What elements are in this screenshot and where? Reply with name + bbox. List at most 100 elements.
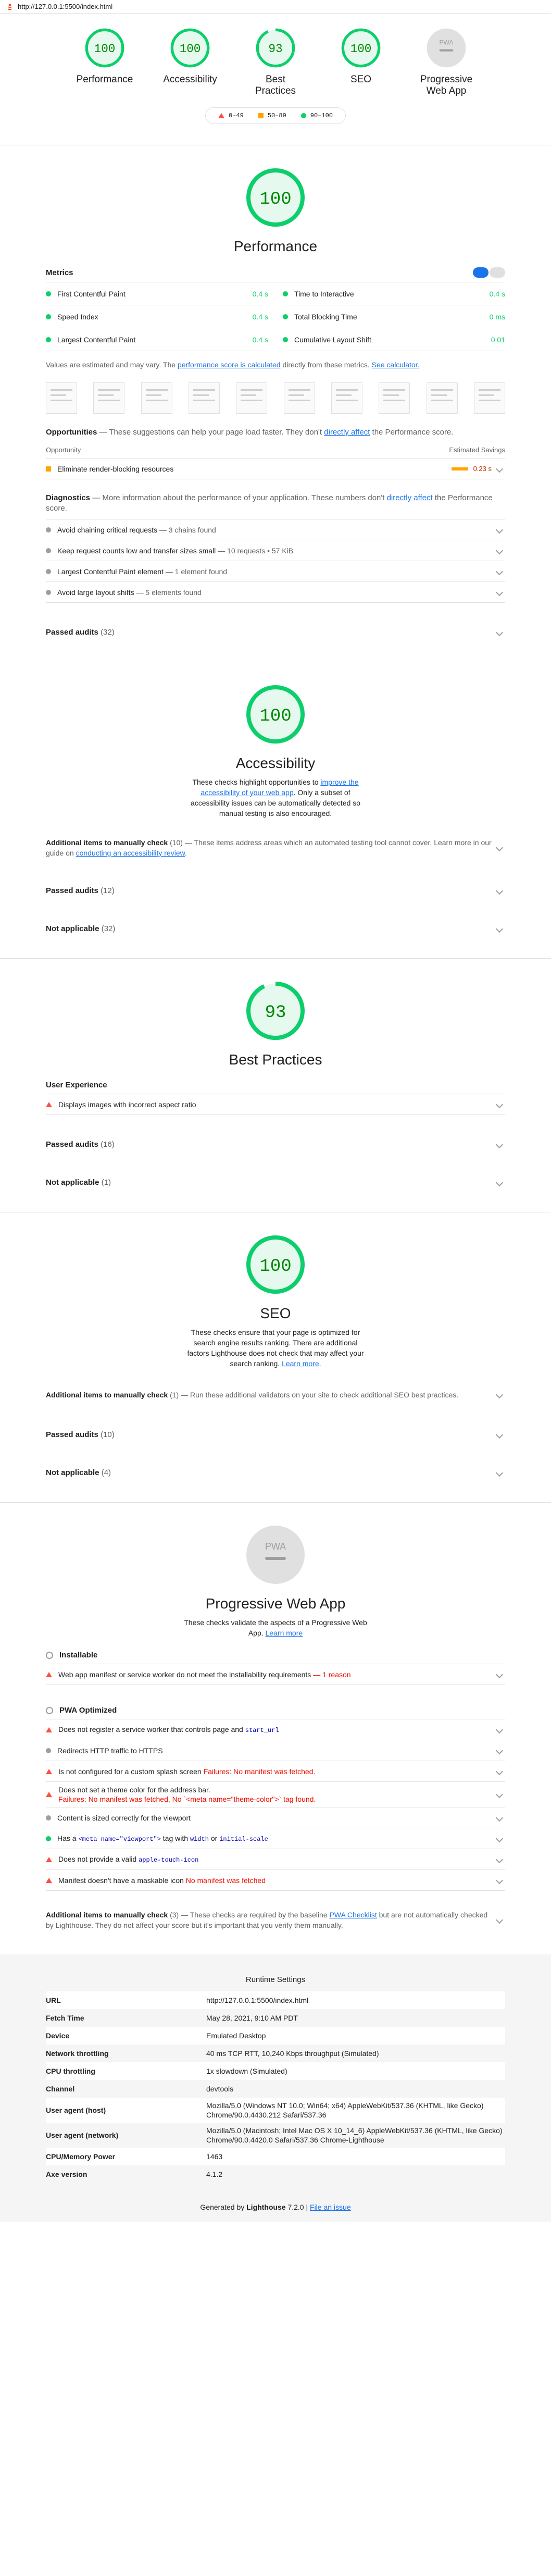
- pass-circle-icon: [283, 314, 288, 319]
- info-circle-icon: [46, 527, 51, 532]
- chevron-down-icon: [495, 925, 504, 933]
- pwa-learn-more-link[interactable]: Learn more: [266, 1629, 303, 1637]
- audit-critical-chains[interactable]: Avoid chaining critical requests — 3 cha…: [46, 519, 505, 540]
- filmstrip: [46, 382, 505, 414]
- pass-circle-icon: [46, 1836, 51, 1841]
- audit-redirects-https[interactable]: Redirects HTTP traffic to HTTPS: [46, 1740, 505, 1761]
- lighthouse-logo-icon: [8, 4, 11, 10]
- audit-layout-shifts[interactable]: Avoid large layout shifts — 5 elements f…: [46, 582, 505, 603]
- chevron-down-icon: [495, 1814, 504, 1822]
- metric-fcp: First Contentful Paint 0.4 s: [46, 282, 268, 305]
- average-square-icon: [46, 466, 51, 472]
- chevron-down-icon: [495, 887, 504, 895]
- runtime-row: Fetch Time May 28, 2021, 9:10 AM PDT: [46, 2014, 298, 2022]
- chevron-down-icon: [495, 1670, 504, 1678]
- pwa-section: PWA Progressive Web App These checks val…: [0, 1503, 551, 1954]
- runtime-table: URL http://127.0.0.1:5500/index.html Fetc…: [46, 1991, 505, 2183]
- filmstrip-frame: [473, 382, 505, 414]
- summary-label: Best Practices: [255, 74, 296, 96]
- pass-circle-icon: [46, 337, 51, 342]
- summary-pwa[interactable]: PWA Progressive Web App: [415, 27, 478, 97]
- audit-apple-touch-icon[interactable]: Does not provide a valid apple-touch-ico…: [46, 1849, 505, 1870]
- summary-best-practices[interactable]: 93 Best Practices: [244, 27, 307, 97]
- seo-section: 100 SEO These checks ensure that your pa…: [0, 1212, 551, 1502]
- summary-label: Progressive Web App: [420, 74, 473, 96]
- a11y-not-applicable[interactable]: Not applicable (32): [46, 920, 505, 937]
- seo-score: 100: [350, 42, 372, 56]
- fail-triangle-icon: [218, 113, 224, 118]
- a11y-manual-check[interactable]: Additional items to manually check (10) …: [46, 834, 505, 861]
- audit-render-blocking[interactable]: Eliminate render-blocking resources 0.23…: [46, 459, 505, 479]
- savings-col-header: Estimated Savings: [449, 446, 505, 454]
- score-summary: 100 Performance 100 Accessibility 93 Bes…: [0, 14, 551, 97]
- pass-circle-icon: [283, 337, 288, 342]
- chevron-down-icon: [495, 1790, 504, 1799]
- diag-directly-affect-link[interactable]: directly affect: [387, 493, 433, 502]
- see-calculator-link[interactable]: See calculator.: [372, 361, 420, 369]
- audit-request-counts[interactable]: Keep request counts low and transfer siz…: [46, 540, 505, 561]
- chevron-down-icon: [495, 1431, 504, 1439]
- opp-directly-affect-link[interactable]: directly affect: [324, 428, 370, 437]
- summary-performance[interactable]: 100 Performance: [73, 27, 136, 97]
- group-installable: Installable: [46, 1651, 505, 1664]
- audit-viewport[interactable]: Has a <meta name="viewport"> tag with wi…: [46, 1828, 505, 1849]
- seo-not-applicable[interactable]: Not applicable (4): [46, 1464, 505, 1481]
- audit-maskable-icon[interactable]: Manifest doesn't have a maskable icon No…: [46, 1870, 505, 1891]
- page-url[interactable]: http://127.0.0.1:5500/index.html: [18, 3, 112, 10]
- chevron-down-icon: [495, 1767, 504, 1775]
- metrics-heading: Metrics: [46, 268, 73, 277]
- info-circle-icon: [46, 1815, 51, 1820]
- a11y-passed-audits[interactable]: Passed audits (12): [46, 882, 505, 899]
- fail-triangle-icon: [46, 1768, 52, 1774]
- seo-passed-audits[interactable]: Passed audits (10): [46, 1426, 505, 1443]
- category-title: Best Practices: [229, 1051, 322, 1068]
- filmstrip-frame: [426, 382, 458, 414]
- svg-text:PWA: PWA: [440, 39, 454, 46]
- seo-manual-check[interactable]: Additional items to manually check (1) —…: [46, 1384, 505, 1405]
- bp-passed-audits[interactable]: Passed audits (16): [46, 1136, 505, 1153]
- chevron-down-icon: [495, 1855, 504, 1863]
- filmstrip-frame: [331, 382, 362, 414]
- category-title: Progressive Web App: [205, 1595, 346, 1612]
- metrics-view-toggle[interactable]: [473, 267, 505, 278]
- score-calculated-link[interactable]: performance score is calculated: [178, 361, 281, 369]
- filmstrip-frame: [93, 382, 125, 414]
- chevron-down-icon: [495, 526, 504, 534]
- metric-lcp: Largest Contentful Paint 0.4 s: [46, 328, 268, 351]
- metrics-note: Values are estimated and may vary. The p…: [46, 361, 420, 369]
- best-practices-score: 93: [268, 42, 282, 56]
- audit-theme-color[interactable]: Does not set a theme color for the addre…: [46, 1782, 505, 1807]
- fail-triangle-icon: [46, 1792, 52, 1797]
- chevron-down-icon: [495, 1835, 504, 1842]
- file-issue-link[interactable]: File an issue: [310, 2203, 351, 2211]
- chevron-down-icon: [495, 1179, 504, 1186]
- footer: Generated by Lighthouse 7.2.0 | File an …: [0, 2194, 551, 2222]
- bp-not-applicable[interactable]: Not applicable (1): [46, 1174, 505, 1191]
- pwa-manual-check[interactable]: Additional items to manually check (3) —…: [46, 1906, 505, 1934]
- runtime-row: Device Emulated Desktop: [46, 2027, 505, 2045]
- summary-accessibility[interactable]: 100 Accessibility: [159, 27, 221, 97]
- seo-learn-more-link[interactable]: Learn more: [282, 1359, 319, 1368]
- summary-seo[interactable]: 100 SEO: [330, 27, 392, 97]
- pass-circle-icon: [300, 113, 306, 118]
- a11y-review-link[interactable]: conducting an accessibility review: [76, 849, 185, 857]
- pwa-checklist-link[interactable]: PWA Checklist: [329, 1911, 377, 1919]
- audit-service-worker[interactable]: Does not register a service worker that …: [46, 1719, 505, 1740]
- info-circle-icon: [46, 1748, 51, 1753]
- accessibility-section: 100 Accessibility These checks highlight…: [0, 662, 551, 958]
- filmstrip-frame: [379, 382, 410, 414]
- filmstrip-frame: [188, 382, 220, 414]
- category-title: Accessibility: [235, 755, 316, 771]
- audit-lcp-element[interactable]: Largest Contentful Paint element — 1 ele…: [46, 561, 505, 582]
- fail-triangle-icon: [46, 1671, 52, 1677]
- audit-aspect-ratio[interactable]: Displays images with incorrect aspect ra…: [46, 1094, 505, 1115]
- audit-splash-screen[interactable]: Is not configured for a custom splash sc…: [46, 1761, 505, 1782]
- filmstrip-frame: [236, 382, 268, 414]
- perf-passed-audits[interactable]: Passed audits (32): [46, 624, 505, 641]
- filmstrip-frame: [46, 382, 77, 414]
- audit-content-width[interactable]: Content is sized correctly for the viewp…: [46, 1807, 505, 1828]
- savings-bar: [451, 467, 468, 470]
- audit-installable-manifest[interactable]: Web app manifest or service worker do no…: [46, 1664, 505, 1685]
- best-practices-gauge-large: 93: [246, 982, 305, 1040]
- diagnostics-heading: Diagnostics — More information about the…: [46, 493, 493, 513]
